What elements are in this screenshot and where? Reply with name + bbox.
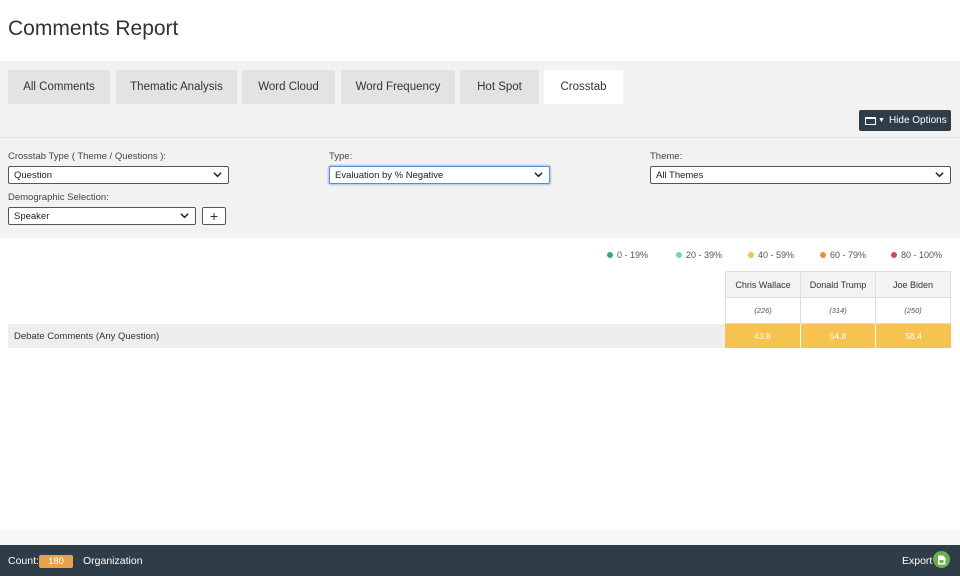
theme-label: Theme: [650, 151, 683, 162]
legend-dot [676, 252, 682, 258]
hide-options-button[interactable]: ▼ Hide Options [859, 110, 951, 131]
legend-label: 60 - 79% [830, 250, 867, 260]
table-cell[interactable]: 54.8 [801, 324, 876, 348]
export-icon[interactable] [933, 551, 950, 568]
type-select[interactable]: Evaluation by % Negative [329, 166, 550, 184]
tab-all-comments[interactable]: All Comments [8, 70, 110, 104]
page-title: Comments Report [8, 17, 179, 40]
tab-thematic-analysis[interactable]: Thematic Analysis [116, 70, 237, 104]
chevron-down-icon [534, 172, 543, 178]
tab-crosstab[interactable]: Crosstab [544, 70, 623, 104]
count-badge: 180 [39, 555, 73, 568]
chevron-down-icon: ▼ [878, 117, 885, 124]
legend-label: 20 - 39% [686, 250, 723, 260]
legend-item: 20 - 39% [676, 249, 722, 261]
demographic-value: Speaker [14, 210, 50, 222]
column-count: (314) [800, 298, 876, 324]
chevron-down-icon [213, 172, 222, 178]
table-row-label: Debate Comments (Any Question) [8, 324, 725, 348]
lower-band [0, 530, 960, 545]
legend-item: 40 - 59% [748, 249, 794, 261]
footer-bar: Count: 180 Organization Export [0, 545, 960, 576]
legend-dot [820, 252, 826, 258]
tab-word-cloud[interactable]: Word Cloud [242, 70, 335, 104]
type-label: Type: [329, 151, 353, 162]
tab-hot-spot[interactable]: Hot Spot [460, 70, 539, 104]
column-header: Joe Biden [875, 271, 951, 298]
demographic-label: Demographic Selection: [8, 192, 109, 203]
table-cell[interactable]: 58.4 [876, 324, 951, 348]
hide-options-label: Hide Options [888, 115, 947, 126]
crosstab-type-select[interactable]: Question [8, 166, 229, 184]
legend-dot [607, 252, 613, 258]
chevron-down-icon [180, 213, 189, 219]
tab-bar: All Comments Thematic Analysis Word Clou… [0, 61, 960, 137]
type-value: Evaluation by % Negative [335, 169, 444, 181]
demographic-select[interactable]: Speaker [8, 207, 196, 225]
legend-item: 60 - 79% [820, 249, 866, 261]
legend-dot [748, 252, 754, 258]
tab-word-frequency[interactable]: Word Frequency [341, 70, 455, 104]
document-icon [938, 555, 946, 564]
legend-label: 0 - 19% [617, 250, 649, 260]
export-link[interactable]: Export [902, 555, 932, 567]
add-demographic-button[interactable]: + [202, 207, 226, 225]
column-header: Chris Wallace [725, 271, 801, 298]
theme-select[interactable]: All Themes [650, 166, 951, 184]
options-panel: Crosstab Type ( Theme / Questions ): Que… [0, 137, 960, 238]
organization-label: Organization [83, 555, 143, 567]
count-label: Count: [8, 555, 39, 567]
theme-value: All Themes [656, 169, 704, 181]
crosstab-type-label: Crosstab Type ( Theme / Questions ): [8, 151, 167, 162]
legend-item: 0 - 19% [607, 249, 648, 261]
column-count: (250) [875, 298, 951, 324]
crosstab-type-value: Question [14, 169, 53, 181]
column-header: Donald Trump [800, 271, 876, 298]
column-count: (226) [725, 298, 801, 324]
legend-label: 80 - 100% [901, 250, 943, 260]
legend-item: 80 - 100% [891, 249, 942, 261]
legend-dot [891, 252, 897, 258]
window-icon [865, 116, 876, 125]
table-cell[interactable]: 43.8 [725, 324, 801, 348]
legend-label: 40 - 59% [758, 250, 795, 260]
chevron-down-icon [935, 172, 944, 178]
